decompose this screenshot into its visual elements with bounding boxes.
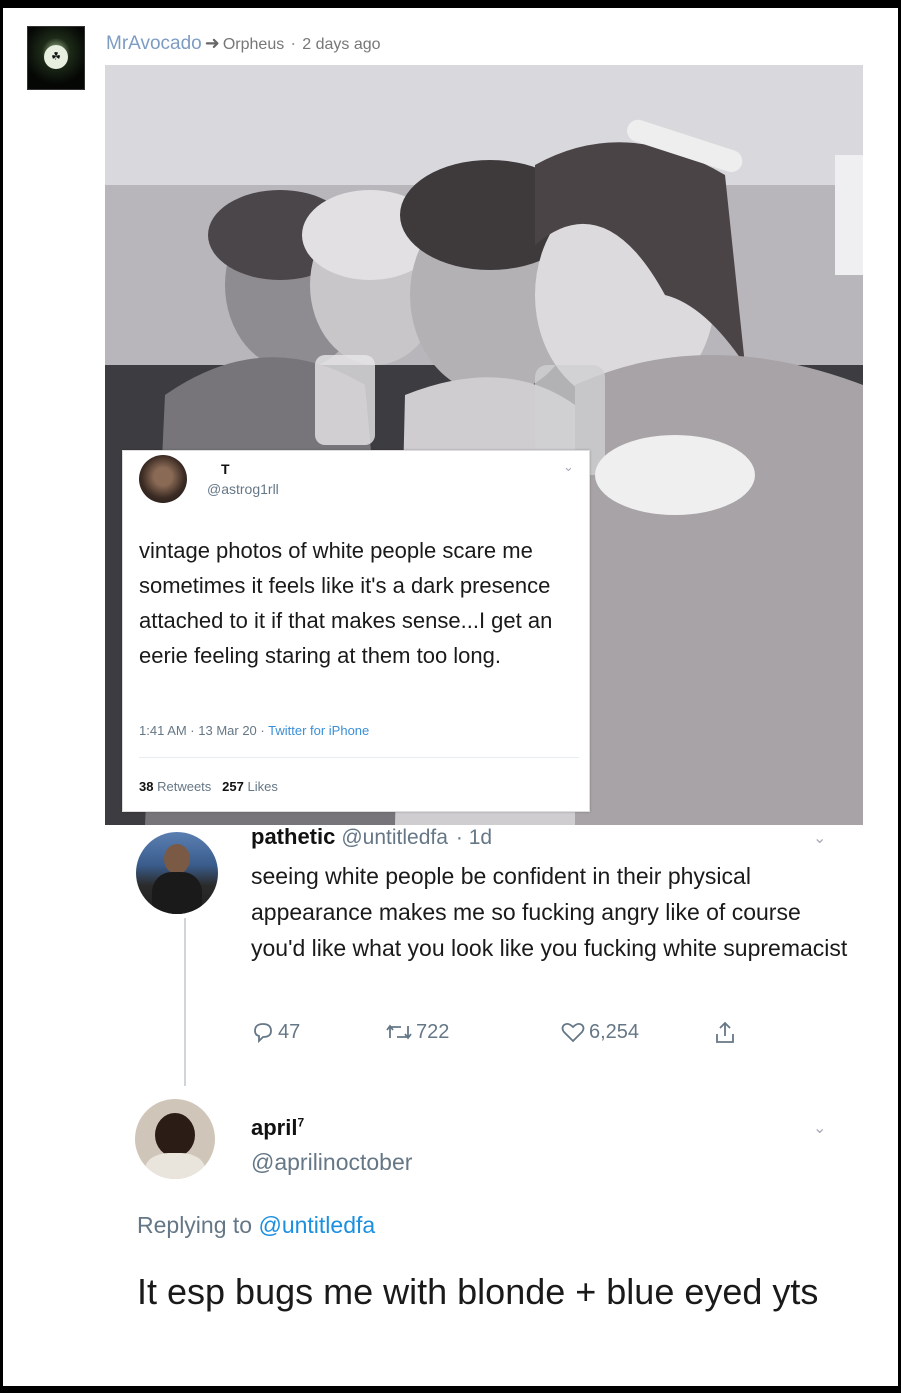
- avatar-head: [164, 844, 190, 874]
- post-author-link[interactable]: MrAvocado: [106, 33, 202, 54]
- reply2-avatar[interactable]: [135, 1099, 215, 1179]
- retweet-action[interactable]: 722: [385, 1020, 449, 1044]
- separator-dot: ·: [290, 33, 297, 53]
- reply1-handle[interactable]: @untitledfa: [341, 826, 448, 849]
- likes-label[interactable]: Likes: [247, 779, 277, 794]
- reply2-name[interactable]: april7: [251, 1115, 304, 1141]
- embedded-tweet-timestamp: 1:41 AM · 13 Mar 20 · Twitter for iPhone: [139, 723, 369, 738]
- timestamp-text: 1:41 AM · 13 Mar 20 ·: [139, 723, 269, 738]
- share-action[interactable]: [713, 1020, 740, 1046]
- divider: [139, 757, 579, 758]
- post-header: MrAvocado ➜ Orpheus · 2 days ago: [106, 33, 381, 55]
- post-target-link[interactable]: Orpheus: [223, 36, 284, 53]
- retweets-label[interactable]: Retweets: [157, 779, 211, 794]
- avocado-logo-icon: ☘: [44, 45, 68, 69]
- heart-icon: [561, 1022, 585, 1043]
- chevron-down-icon[interactable]: ⌄: [813, 1118, 826, 1138]
- reply2-handle[interactable]: @aprilinoctober: [251, 1149, 412, 1176]
- embedded-tweet-stats: 38 Retweets 257 Likes: [139, 779, 278, 794]
- reply-icon: [254, 1023, 272, 1044]
- reply-action[interactable]: 47: [251, 1020, 300, 1044]
- like-action[interactable]: 6,254: [560, 1020, 639, 1044]
- embedded-tweet-text: vintage photos of white people scare me …: [139, 538, 553, 668]
- share-icon: [716, 1021, 734, 1043]
- replying-to-mention[interactable]: @untitledfa: [258, 1212, 375, 1238]
- frame-top-border: [0, 0, 901, 8]
- reply2-name-text: april: [251, 1115, 298, 1140]
- embedded-tweet-card[interactable]: T @astrog1rll ⌄ vintage photos of white …: [122, 450, 590, 812]
- chevron-down-icon[interactable]: ⌄: [813, 828, 826, 848]
- replying-prefix: Replying to: [137, 1212, 259, 1238]
- reply1-text: seeing white people be confident in thei…: [251, 863, 848, 961]
- embedded-tweet-name: T: [221, 461, 230, 477]
- reply2-name-sup: 7: [297, 1115, 305, 1130]
- like-count: 6,254: [589, 1020, 640, 1043]
- chevron-down-icon[interactable]: ⌄: [563, 459, 574, 475]
- avatar-head: [155, 1113, 195, 1157]
- reply2-text: It esp bugs me with blonde + blue eyed y…: [137, 1271, 819, 1312]
- arrow-right-icon: ➜: [204, 33, 220, 53]
- reply1-name[interactable]: pathetic: [251, 824, 335, 849]
- avatar-body: [145, 1153, 205, 1179]
- thread-connector-line: [184, 918, 186, 1086]
- reply1-time: · 1d: [455, 826, 493, 849]
- retweet-count: 722: [416, 1020, 450, 1043]
- frame-left-border: [0, 0, 3, 1393]
- replying-to-line: Replying to @untitledfa: [137, 1212, 375, 1239]
- tweet-source-link[interactable]: Twitter for iPhone: [268, 723, 369, 738]
- frame-bottom-border: [0, 1386, 901, 1393]
- post-time: 2 days ago: [302, 36, 381, 53]
- reply1-header: pathetic @untitledfa · 1d: [251, 824, 492, 850]
- reply-count: 47: [278, 1020, 301, 1043]
- likes-count: 257: [222, 779, 244, 794]
- retweet-icon: [386, 1024, 412, 1040]
- embedded-tweet-handle: @astrog1rll: [207, 481, 279, 497]
- post-author-avatar[interactable]: ☘: [27, 26, 85, 90]
- reply1-avatar[interactable]: [136, 832, 218, 914]
- avatar-body: [152, 872, 202, 914]
- embedded-tweet-avatar[interactable]: [139, 455, 187, 503]
- reply1-actions: 47 722 6,254: [251, 1020, 771, 1050]
- retweets-count: 38: [139, 779, 154, 794]
